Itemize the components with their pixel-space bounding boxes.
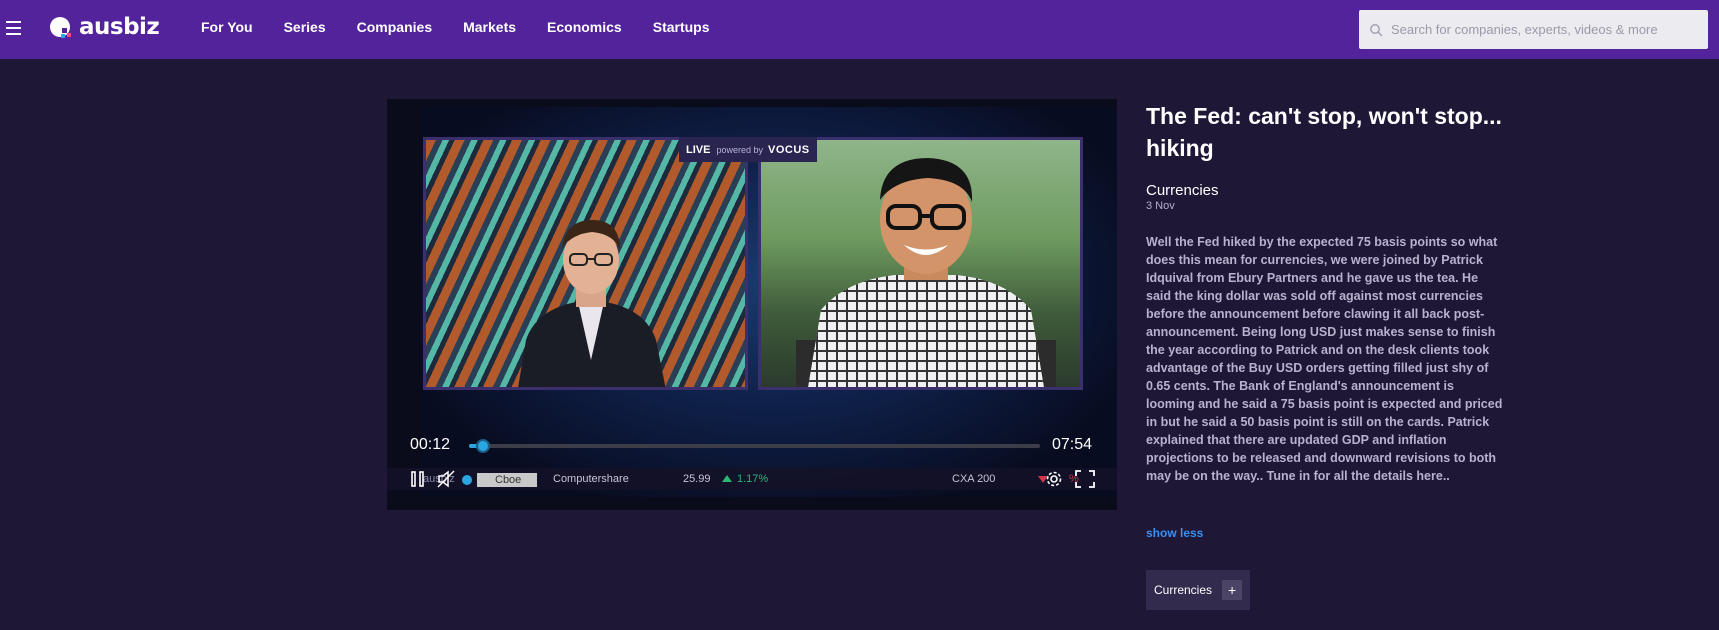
nav-link-companies[interactable]: Companies: [357, 19, 432, 35]
video-player[interactable]: LIVE powered by VOCUS 00:12 07:54 ausbiz…: [387, 99, 1117, 510]
nav-link-for-you[interactable]: For You: [201, 19, 253, 35]
ticker-up-arrow-icon: [722, 475, 732, 482]
video-category[interactable]: Currencies: [1146, 182, 1219, 199]
logo-text: ausbiz: [79, 14, 160, 40]
vocus-brand: VOCUS: [767, 143, 810, 156]
ticker-company: Computershare: [553, 473, 629, 485]
topic-tag-label: Currencies: [1154, 583, 1213, 597]
search-box[interactable]: [1359, 10, 1708, 49]
duration-time: 07:54: [1052, 436, 1093, 453]
ticker-change: 1.17%: [737, 473, 769, 485]
guest-video-frame: [758, 137, 1083, 390]
nav-link-markets[interactable]: Markets: [463, 19, 516, 35]
topic-tag[interactable]: Currencies +: [1146, 570, 1251, 610]
video-description: Well the Fed hiked by the expected 75 ba…: [1146, 235, 1503, 483]
show-less-link[interactable]: show less: [1146, 526, 1203, 540]
logo-mark-icon: [49, 15, 73, 39]
fullscreen-icon[interactable]: [1075, 470, 1095, 488]
presenter-figure: [518, 220, 666, 387]
powered-by-label: powered by: [716, 144, 763, 155]
ticker-index: CXA 200: [952, 473, 996, 485]
settings-gear-icon[interactable]: [1045, 470, 1063, 488]
add-topic-icon[interactable]: +: [1222, 580, 1243, 600]
guest-figure: [796, 158, 1056, 387]
video-date: 3 Nov: [1146, 200, 1175, 212]
progress-bar[interactable]: [469, 439, 1040, 453]
search-input[interactable]: [1391, 22, 1691, 37]
ticker-price: 25.99: [683, 473, 711, 485]
pause-icon[interactable]: [410, 470, 426, 488]
stock-ticker: ausbiz Cboe Computershare 25.99 1.17% CX…: [387, 468, 1117, 490]
live-badge: LIVE powered by VOCUS: [679, 137, 817, 162]
ausbiz-logo[interactable]: ausbiz: [49, 14, 160, 40]
menu-icon[interactable]: [6, 21, 21, 35]
video-title: The Fed: can't stop, won't stop... hikin…: [1146, 103, 1502, 161]
top-navbar: ausbiz For You Series Companies Markets …: [0, 0, 1719, 59]
volume-slider-handle[interactable]: [462, 475, 472, 485]
nav-link-economics[interactable]: Economics: [547, 19, 622, 35]
volume-muted-icon[interactable]: [437, 470, 457, 488]
nav-link-series[interactable]: Series: [284, 19, 326, 35]
current-time: 00:12: [410, 436, 451, 453]
search-icon: [1370, 23, 1383, 37]
nav-links: For You Series Companies Markets Economi…: [201, 19, 741, 35]
nav-link-startups[interactable]: Startups: [653, 19, 710, 35]
ticker-cboe: Cboe: [477, 473, 537, 487]
live-label: LIVE: [686, 143, 711, 156]
presenter-video-frame: [423, 137, 748, 390]
